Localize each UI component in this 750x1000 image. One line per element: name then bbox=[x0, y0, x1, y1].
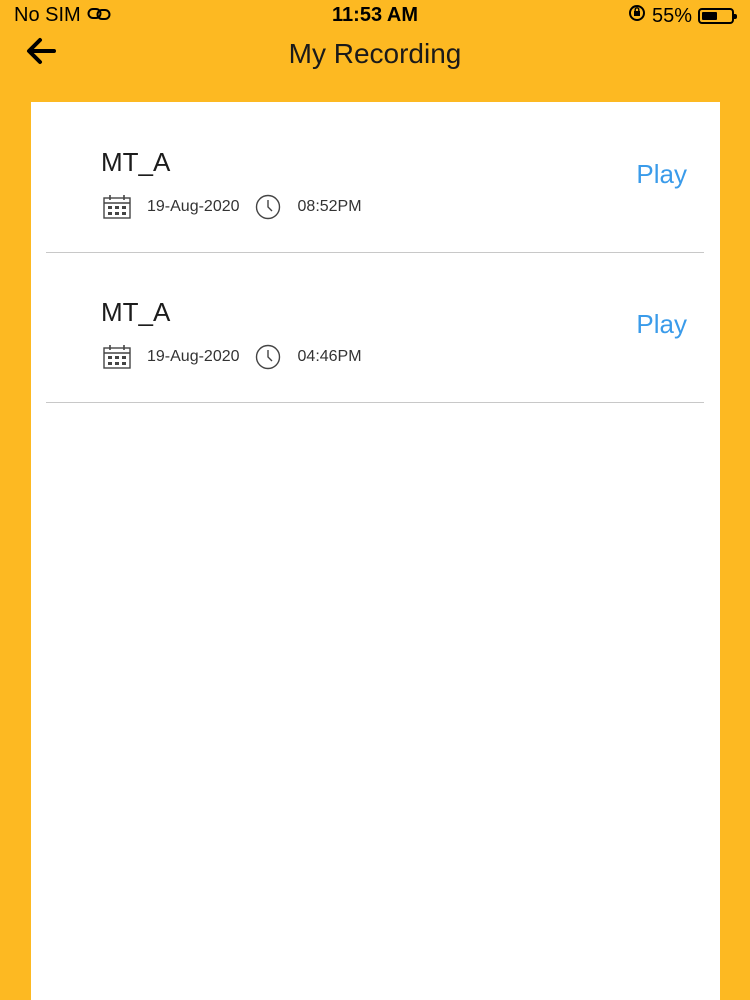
recording-row: MT_A 19-Aug-2020 08:52PM Play bbox=[46, 102, 704, 253]
nav-bar: My Recording bbox=[0, 32, 750, 82]
status-right: 55% bbox=[628, 4, 737, 28]
clock-icon bbox=[255, 194, 280, 220]
recording-meta: 19-Aug-2020 08:52PM bbox=[103, 194, 362, 220]
play-button[interactable]: Play bbox=[636, 159, 687, 190]
rotation-lock-icon bbox=[628, 4, 646, 28]
recording-time: 04:46PM bbox=[297, 348, 362, 365]
recording-name: MT_A bbox=[101, 147, 171, 177]
calendar-icon bbox=[103, 345, 131, 369]
battery-fill bbox=[702, 12, 718, 20]
recording-meta: 19-Aug-2020 04:46PM bbox=[103, 344, 362, 370]
page-title: My Recording bbox=[288, 38, 462, 69]
battery-icon bbox=[698, 8, 737, 24]
recordings-card: MT_A 19-Aug-2020 08:52PM Play MT_A 19-Au… bbox=[31, 102, 720, 1000]
recording-date: 19-Aug-2020 bbox=[147, 198, 240, 215]
status-bar: No SIM 11:53 AM 55% bbox=[0, 0, 750, 32]
play-button[interactable]: Play bbox=[636, 309, 687, 340]
battery-percent: 55% bbox=[651, 4, 692, 27]
recording-date: 19-Aug-2020 bbox=[147, 348, 240, 365]
calendar-icon bbox=[103, 195, 131, 219]
recording-row: MT_A 19-Aug-2020 04:46PM Play bbox=[46, 252, 704, 403]
recording-name: MT_A bbox=[101, 297, 171, 327]
clock-icon bbox=[255, 344, 280, 370]
recording-time: 08:52PM bbox=[297, 198, 362, 215]
